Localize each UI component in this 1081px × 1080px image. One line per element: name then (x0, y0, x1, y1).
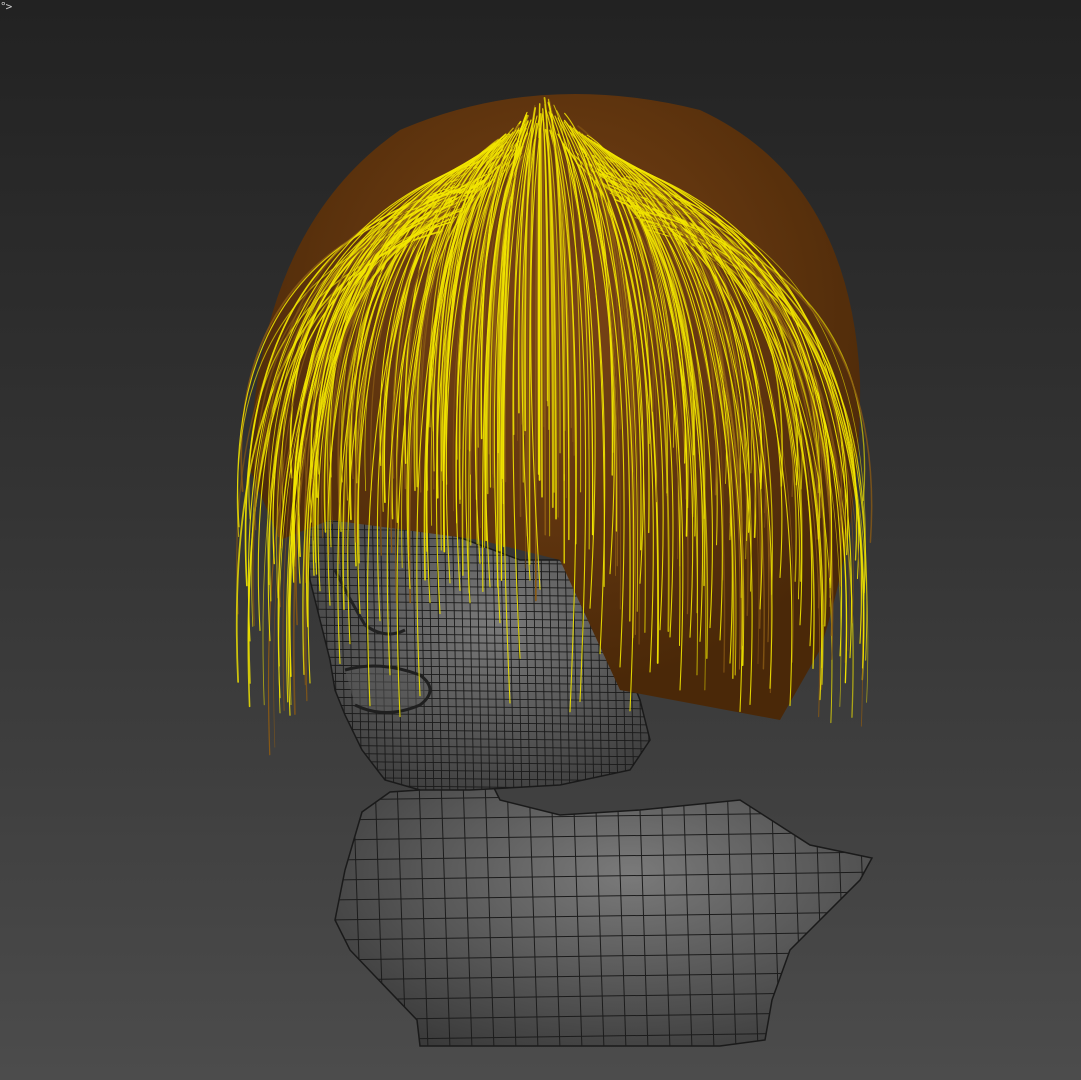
bust-surface (334, 759, 874, 1047)
3d-viewport[interactable]: °> (0, 0, 1081, 1080)
lips-shape (344, 664, 432, 714)
viewport-scene[interactable] (0, 0, 1081, 1080)
